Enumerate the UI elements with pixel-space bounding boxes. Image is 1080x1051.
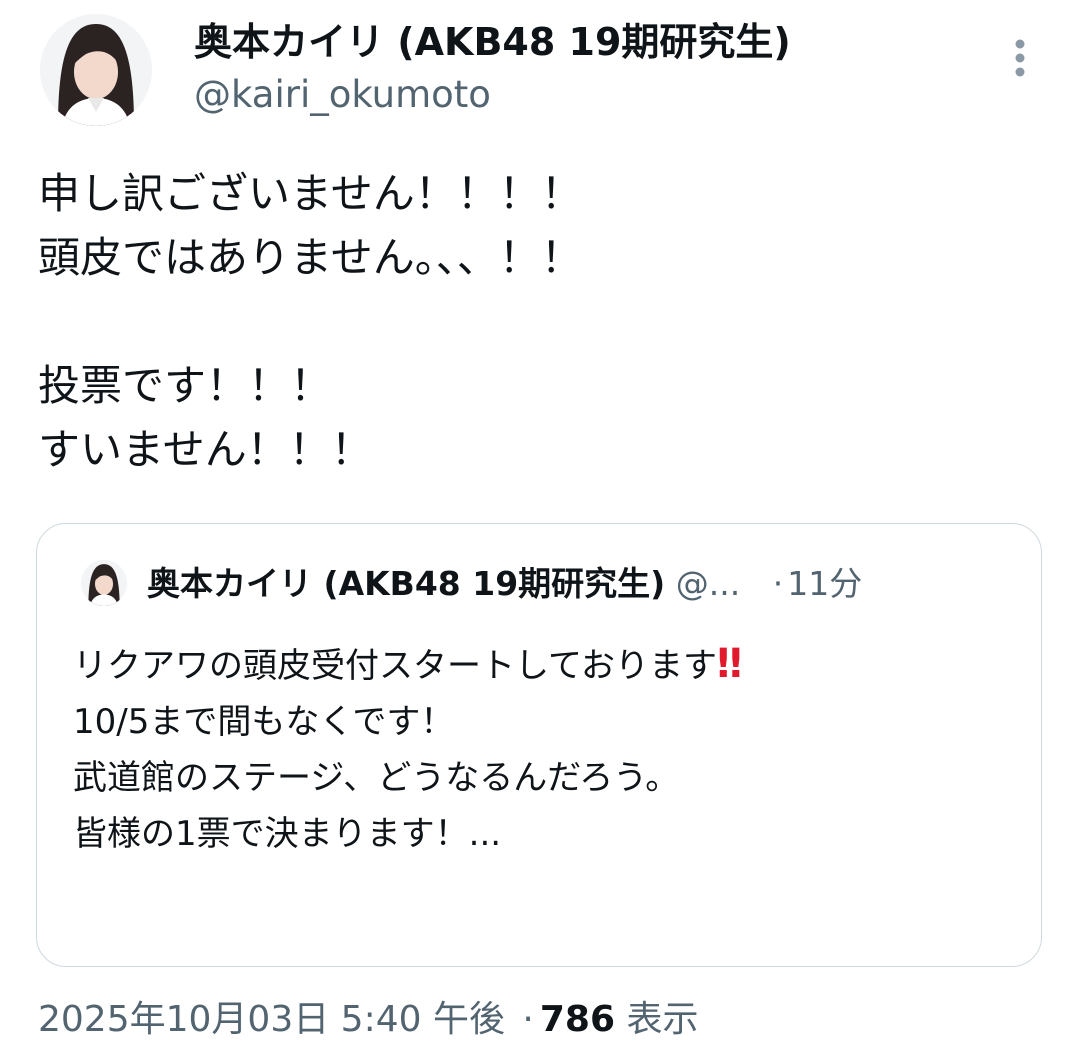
tweet: 奥本カイリ (AKB48 19期研究生) @kairi_okumoto 申し訳ご… <box>0 0 1080 1051</box>
quoted-author-handle: @... <box>675 564 741 603</box>
quoted-timestamp: 11分 <box>787 564 863 603</box>
author-handle[interactable]: @kairi_okumoto <box>194 72 491 118</box>
quoted-text-rest: 10/5まで間もなくです！ 武道館のステージ、どうなるんだろう。 皆様の1票で決… <box>73 702 680 854</box>
quoted-header: 奥本カイリ (AKB48 19期研究生) @... · 11分 <box>147 562 862 606</box>
quoted-avatar <box>81 560 127 606</box>
tweet-timestamp[interactable]: 2025年10月03日 5:40 午後 <box>38 999 505 1040</box>
double-exclamation-emoji: ‼ <box>716 641 742 687</box>
quoted-author-name: 奥本カイリ (AKB48 19期研究生) <box>147 564 666 603</box>
quoted-tweet-card[interactable]: 奥本カイリ (AKB48 19期研究生) @... · 11分 リクアワの頭皮受付… <box>36 523 1042 967</box>
more-vertical-icon <box>1015 39 1025 77</box>
avatar[interactable] <box>40 14 152 126</box>
views-count: 786 <box>539 999 616 1040</box>
author-name[interactable]: 奥本カイリ (AKB48 19期研究生) <box>194 18 791 66</box>
quoted-separator: · <box>772 564 784 603</box>
quoted-text-line1: リクアワの頭皮受付スタートしております <box>73 646 717 686</box>
views-label: 表示 <box>626 999 699 1040</box>
avatar-image <box>40 14 152 126</box>
tweet-text: 申し訳ございません！！！！ 頭皮ではありません。、、！！ 投票です！！！ すいま… <box>38 169 583 474</box>
tweet-meta: 2025年10月03日 5:40 午後 · 786 表示 <box>38 996 699 1044</box>
more-options-button[interactable] <box>1000 30 1040 86</box>
quoted-text: リクアワの頭皮受付スタートしております‼ 10/5まで間もなくです！ 武道館のス… <box>73 636 1013 862</box>
meta-separator: · <box>522 999 534 1040</box>
quoted-avatar-image <box>81 560 127 606</box>
